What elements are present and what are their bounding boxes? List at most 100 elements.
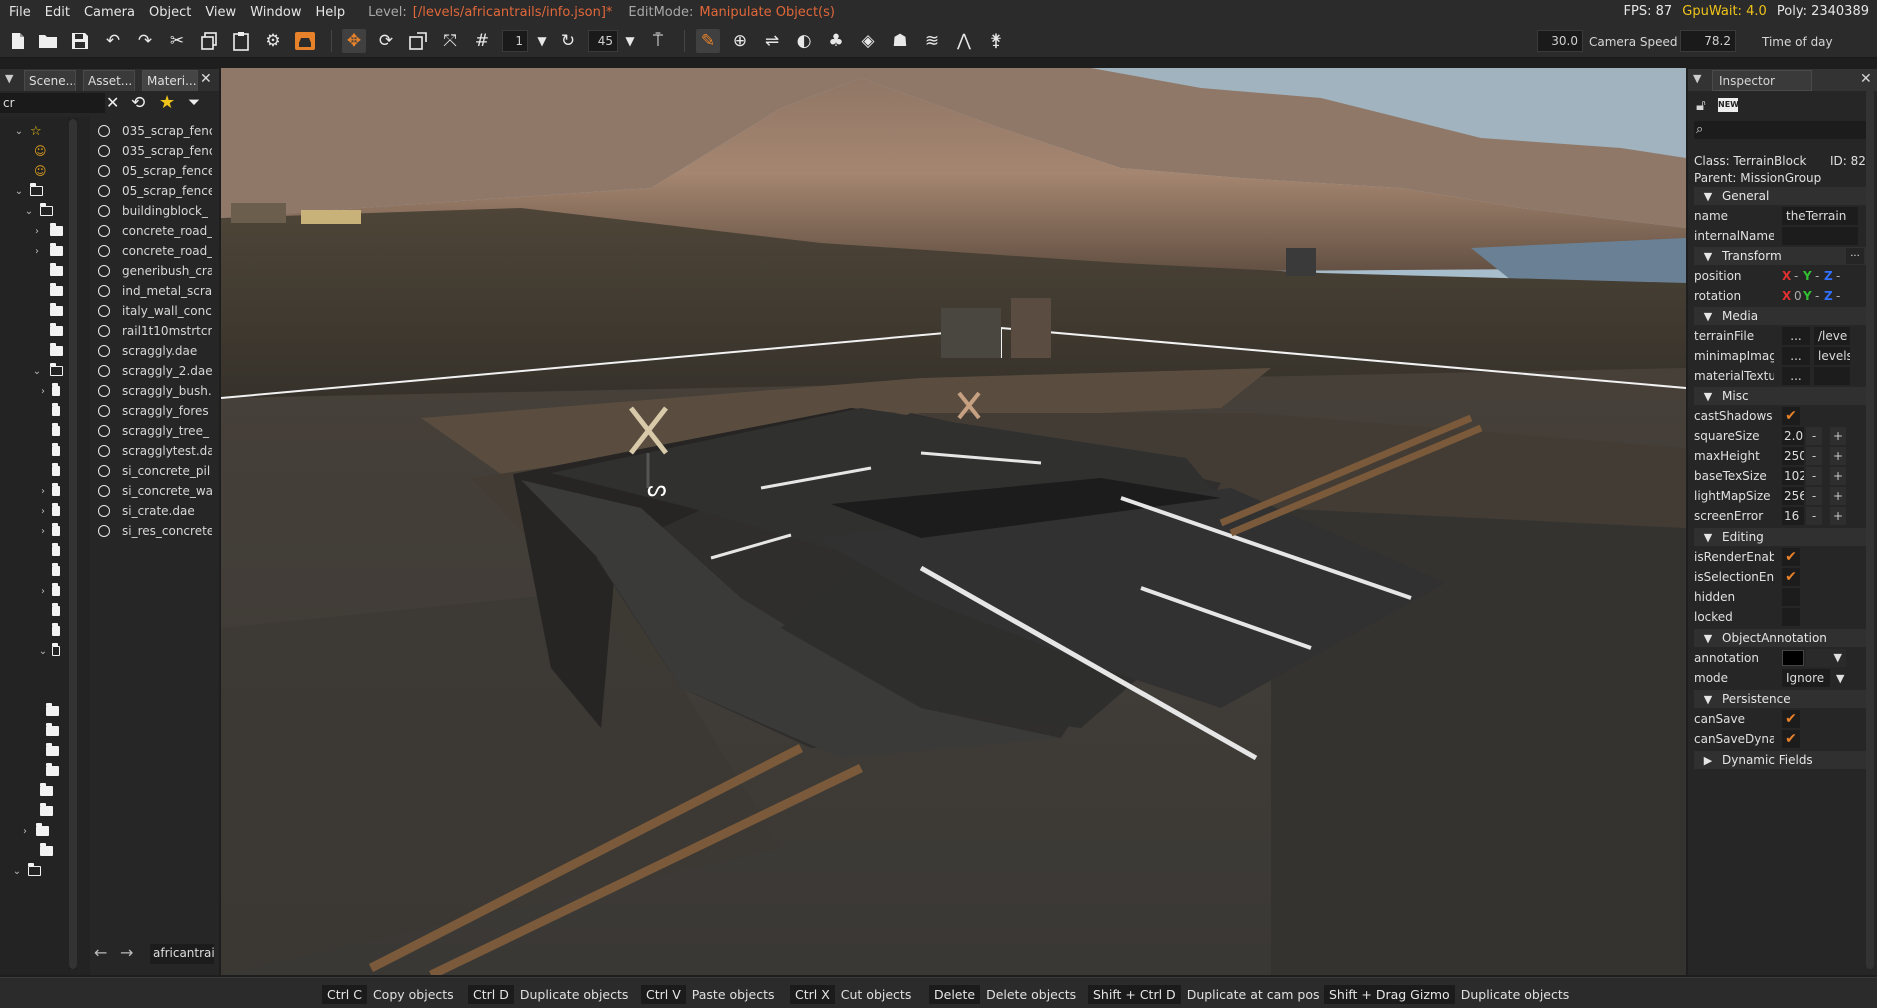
tree-folder[interactable]: ›	[38, 501, 60, 521]
is-render-enabled-checkbox[interactable]: ✔	[1782, 548, 1800, 566]
back-arrow-icon[interactable]: ←	[94, 943, 107, 962]
forest-editor-icon[interactable]: ♣	[824, 29, 848, 53]
mode-dropdown[interactable]: Ignore	[1782, 669, 1830, 687]
tree-folder[interactable]: ›	[38, 381, 60, 401]
rotation-snap-icon[interactable]: ↻	[556, 29, 580, 53]
material-texture-input[interactable]	[1814, 367, 1850, 385]
terrain-brush-icon[interactable]: ◐	[792, 29, 816, 53]
hidden-checkbox[interactable]	[1782, 588, 1800, 606]
section-dynamic-fields[interactable]: ▶ Dynamic Fields	[1694, 751, 1866, 769]
scene-viewport[interactable]: ᔕ	[221, 68, 1686, 975]
time-of-day-field[interactable]: 78.2	[1680, 30, 1736, 52]
menu-file[interactable]: File	[0, 5, 38, 20]
axis-gizmo-icon[interactable]: ⤧	[438, 29, 462, 53]
tree-folder[interactable]	[42, 321, 63, 341]
snap-dropdown-chevron-icon[interactable]: ▼	[530, 29, 554, 53]
base-tex-size-input[interactable]: 102	[1782, 467, 1804, 485]
tree-fav-item[interactable]: ☺	[34, 141, 47, 161]
tree-folder[interactable]	[48, 561, 60, 581]
lock-icon[interactable]: 🔓︎	[1696, 96, 1706, 114]
screen-error-increment[interactable]: +	[1830, 507, 1846, 525]
minimap-input[interactable]: levels	[1814, 347, 1850, 365]
menu-camera[interactable]: Camera	[77, 5, 142, 20]
tree-folder[interactable]: ›	[32, 241, 63, 261]
tree-folder[interactable]	[42, 701, 59, 721]
screen-error-decrement[interactable]: -	[1806, 507, 1822, 525]
open-folder-icon[interactable]	[36, 29, 60, 53]
menu-window[interactable]: Window	[243, 5, 308, 20]
mode-chevron-down-icon[interactable]: ▼	[1836, 672, 1844, 685]
tree-folder[interactable]: ⌄	[14, 181, 43, 201]
tree-folder[interactable]	[36, 781, 53, 801]
base-tex-size-decrement[interactable]: -	[1806, 467, 1822, 485]
tree-folder[interactable]: ⌄	[24, 201, 53, 221]
tree-folder[interactable]	[48, 461, 60, 481]
rotation-snap-field[interactable]: 45	[588, 30, 618, 52]
file-list-item[interactable]: 035_scrap_fenc	[98, 121, 212, 141]
section-misc[interactable]: ▼ Misc	[1694, 387, 1866, 405]
file-list-item[interactable]: 05_scrap_fence	[98, 161, 212, 181]
square-size-increment[interactable]: +	[1830, 427, 1846, 445]
section-object-annotation[interactable]: ▼ ObjectAnnotation	[1694, 629, 1866, 647]
file-list-item[interactable]: scraggly_bush.	[98, 381, 212, 401]
snap-size-field[interactable]: 1	[502, 30, 528, 52]
base-tex-size-increment[interactable]: +	[1830, 467, 1846, 485]
file-list-item[interactable]: 05_scrap_fence	[98, 181, 212, 201]
inspector-menu-chevron-icon[interactable]: ▼	[1693, 72, 1701, 85]
tree-folder[interactable]	[36, 801, 53, 821]
menu-edit[interactable]: Edit	[38, 5, 77, 20]
light-map-size-input[interactable]: 256	[1782, 487, 1804, 505]
file-list-item[interactable]: si_concrete_wa	[98, 481, 212, 501]
tree-folder[interactable]: ⌄	[38, 641, 60, 661]
file-list-item[interactable]: buildingblock_	[98, 201, 212, 221]
inspector-search-input[interactable]	[1694, 121, 1866, 139]
tree-folder[interactable]	[42, 301, 63, 321]
tree-folder[interactable]: ›	[20, 821, 49, 841]
menu-help[interactable]: Help	[308, 5, 352, 20]
annotation-dropdown[interactable]: ▼	[1806, 649, 1846, 667]
locked-checkbox[interactable]	[1782, 608, 1800, 626]
terrain-file-browse-button[interactable]: ...	[1782, 327, 1810, 345]
square-size-input[interactable]: 2.0	[1782, 427, 1804, 445]
undo-icon[interactable]: ↶	[101, 29, 125, 53]
square-size-decrement[interactable]: -	[1806, 427, 1822, 445]
tree-folder[interactable]	[48, 441, 60, 461]
file-list-item[interactable]: rail1t10mstrtcr	[98, 321, 212, 341]
camera-speed-field[interactable]: 30.0	[1537, 30, 1583, 52]
tab-assets[interactable]: Asset...	[83, 70, 135, 91]
file-list-item[interactable]: scraggly.dae	[98, 341, 212, 361]
file-list-item[interactable]: 035_scrap_fenc	[98, 141, 212, 161]
path-field[interactable]: africantrai	[150, 944, 214, 964]
file-list-item[interactable]: concrete_road_	[98, 221, 212, 241]
redo-icon[interactable]: ↷	[133, 29, 157, 53]
rotation-y-input[interactable]: -	[1815, 289, 1819, 303]
mesh-road-icon[interactable]: ⋀	[952, 29, 976, 53]
tree-folder[interactable]	[42, 721, 59, 741]
inspector-scrollbar[interactable]	[1866, 89, 1874, 969]
file-list-item[interactable]: ind_metal_scra	[98, 281, 212, 301]
max-height-increment[interactable]: +	[1830, 447, 1846, 465]
navmesh-icon[interactable]: ⚵	[984, 29, 1008, 53]
file-list-item[interactable]: concrete_road_	[98, 241, 212, 261]
translate-gizmo-icon[interactable]: ✥	[342, 29, 366, 53]
tab-inspector[interactable]: Inspector	[1712, 70, 1812, 91]
position-y-input[interactable]: -	[1815, 269, 1819, 283]
refresh-icon[interactable]: ⟲	[131, 93, 145, 113]
file-list-item[interactable]: scragglytest.da	[98, 441, 212, 461]
drop-to-ground-icon[interactable]: ⍑	[646, 29, 670, 53]
scale-gizmo-icon[interactable]	[406, 29, 430, 53]
tree-folder[interactable]	[42, 341, 63, 361]
rotation-dropdown-chevron-icon[interactable]: ▼	[618, 29, 642, 53]
save-icon[interactable]	[68, 29, 92, 53]
clear-filter-icon[interactable]: ✕	[106, 93, 119, 112]
tree-folder[interactable]: ⌄	[12, 861, 41, 881]
new-badge-icon[interactable]: NEW	[1718, 98, 1739, 112]
river-editor-icon[interactable]: ≋	[920, 29, 944, 53]
screen-error-input[interactable]: 16	[1782, 507, 1804, 525]
terrain-material-icon[interactable]: ◈	[856, 29, 880, 53]
favorites-star-icon[interactable]: ★	[159, 92, 175, 113]
file-list-item[interactable]: si_concrete_pil	[98, 461, 212, 481]
file-list-item[interactable]: italy_wall_conc	[98, 301, 212, 321]
filter-input[interactable]	[0, 93, 105, 113]
file-list-item[interactable]: scraggly_fores	[98, 401, 212, 421]
